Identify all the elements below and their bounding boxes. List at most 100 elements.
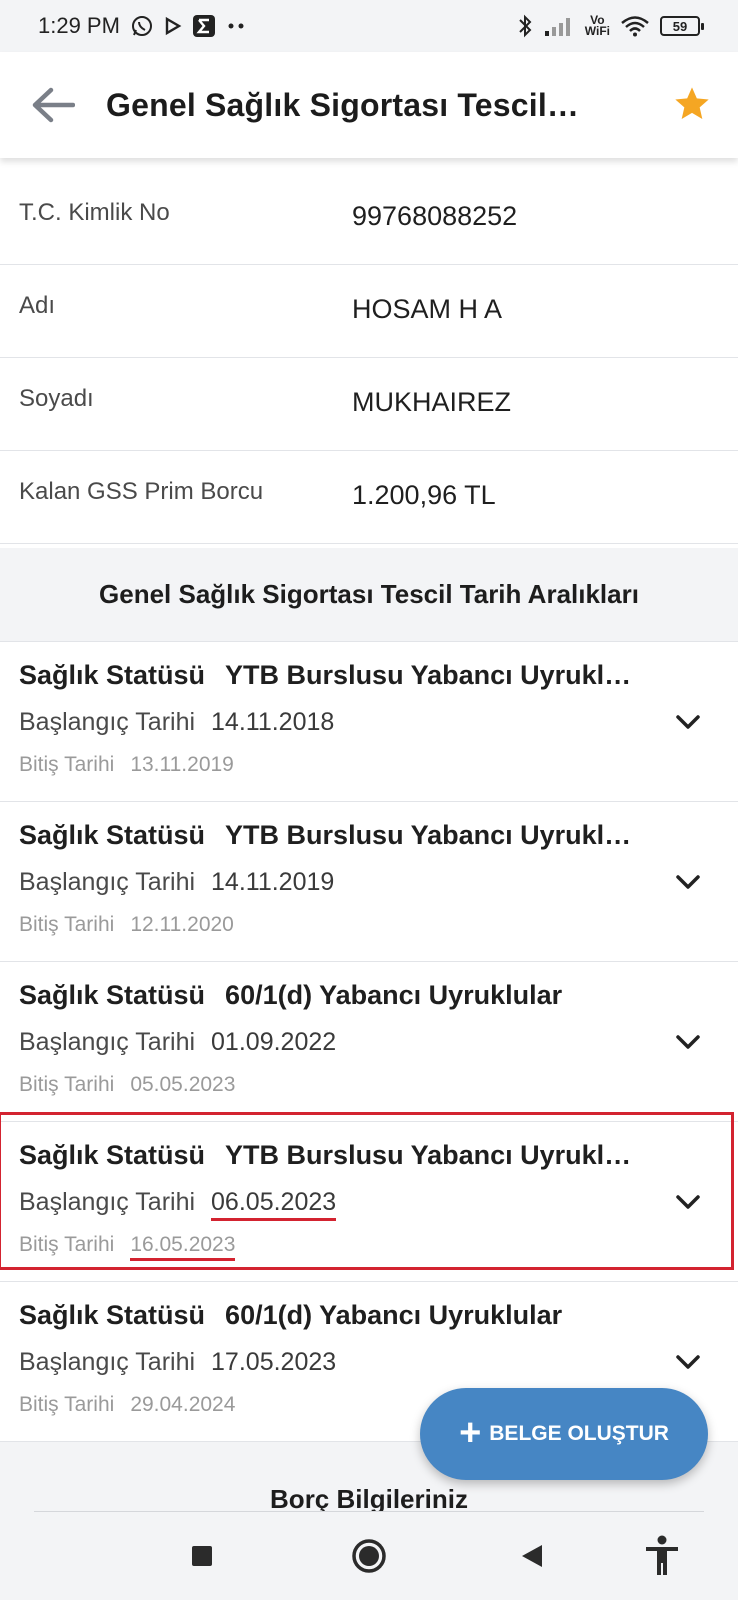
start-date: Başlangıç Tarihi 14.11.2019	[19, 868, 334, 897]
start-value: 01.09.2022	[211, 1028, 337, 1056]
start-date: Başlangıç Tarihi 17.05.2023	[19, 1348, 336, 1377]
registration-item[interactable]: Sağlık Statüsü YTB Burslusu Yabancı Uyruk…	[0, 1122, 738, 1282]
recents-button[interactable]	[180, 1534, 224, 1578]
end-value: 05.05.2023	[130, 1073, 236, 1096]
chevron-down-icon[interactable]	[670, 704, 706, 740]
plus-icon: +	[459, 1411, 482, 1454]
start-value: 06.05.2023	[211, 1188, 337, 1221]
sigma-app-icon	[192, 14, 216, 38]
start-date: Başlangıç Tarihi 14.11.2018	[19, 708, 334, 737]
info-row-name: Adı HOSAM H A	[0, 265, 738, 358]
status-time: 1:29 PM	[38, 13, 120, 38]
end-date: Bitiş Tarihi 05.05.2023	[19, 1073, 235, 1097]
battery-level: 59	[672, 18, 688, 34]
health-status: Sağlık Statüsü 60/1(d) Yabancı Uyruklular	[19, 1300, 649, 1331]
info-label: Adı	[19, 292, 56, 319]
play-store-icon	[164, 16, 182, 36]
status-value: YTB Burslusu Yabancı Uyrukl…	[225, 820, 632, 850]
start-date: Başlangıç Tarihi 01.09.2022	[19, 1028, 336, 1057]
info-value: HOSAM H A	[352, 293, 503, 324]
status-value: YTB Burslusu Yabancı Uyrukl…	[225, 660, 632, 690]
chevron-down-icon[interactable]	[670, 864, 706, 900]
info-row-debt: Kalan GSS Prim Borcu 1.200,96 TL	[0, 451, 738, 544]
favorite-button[interactable]	[670, 82, 714, 126]
accessibility-button[interactable]	[640, 1534, 684, 1578]
signal-icon	[543, 15, 575, 37]
end-label: Bitiş Tarihi	[19, 1073, 115, 1096]
back-button[interactable]	[0, 52, 106, 158]
star-icon	[675, 87, 709, 119]
info-label: Kalan GSS Prim Borcu	[19, 478, 264, 505]
health-status: Sağlık Statüsü YTB Burslusu Yabancı Uyruk…	[19, 820, 649, 851]
info-value: 99768088252	[352, 200, 518, 231]
start-label: Başlangıç Tarihi	[19, 1348, 196, 1376]
start-value: 17.05.2023	[211, 1348, 337, 1376]
end-date: Bitiş Tarihi 12.11.2020	[19, 913, 234, 937]
whatsapp-icon	[130, 14, 154, 38]
start-date: Başlangıç Tarihi 06.05.2023	[19, 1188, 337, 1221]
create-document-label: BELGE OLUŞTUR	[489, 1422, 669, 1445]
status-label: Sağlık Statüsü	[19, 1300, 206, 1330]
health-status: Sağlık Statüsü 60/1(d) Yabancı Uyruklular	[19, 980, 649, 1011]
status-bar: 1:29 PM Vo WiFi 59	[0, 0, 738, 52]
end-date: Bitiş Tarihi 29.04.2024	[19, 1393, 235, 1417]
status-value: 60/1(d) Yabancı Uyruklular	[225, 1300, 563, 1330]
end-label: Bitiş Tarihi	[19, 1393, 115, 1416]
accessibility-icon	[646, 1535, 678, 1575]
more-notifications-icon	[226, 22, 246, 30]
bluetooth-icon	[517, 13, 533, 39]
vowifi-bottom: WiFi	[584, 24, 610, 38]
end-label: Bitiş Tarihi	[19, 753, 115, 776]
arrow-left-icon	[32, 87, 75, 123]
start-value: 14.11.2019	[211, 868, 335, 896]
info-value: MUKHAIREZ	[352, 386, 512, 417]
triangle-back-icon	[522, 1545, 542, 1567]
debt-title: Borç Bilgileriniz	[270, 1483, 468, 1514]
info-label: Soyadı	[19, 385, 94, 412]
end-value: 16.05.2023	[130, 1233, 236, 1261]
page-title: Genel Sağlık Sigortası Tescil…	[106, 86, 580, 123]
status-label: Sağlık Statüsü	[19, 980, 206, 1010]
start-label: Başlangıç Tarihi	[19, 1188, 196, 1216]
status-value: YTB Burslusu Yabancı Uyrukl…	[225, 1140, 632, 1170]
registration-list: Sağlık Statüsü YTB Burslusu Yabancı Uyruk…	[0, 642, 738, 1442]
back-nav-button[interactable]	[510, 1534, 554, 1578]
section-title: Genel Sağlık Sigortası Tescil Tarih Aral…	[99, 579, 639, 609]
status-value: 60/1(d) Yabancı Uyruklular	[225, 980, 563, 1010]
system-nav-bar	[0, 1512, 738, 1600]
health-status: Sağlık Statüsü YTB Burslusu Yabancı Uyruk…	[19, 1140, 649, 1171]
home-button[interactable]	[347, 1534, 391, 1578]
chevron-down-icon[interactable]	[670, 1024, 706, 1060]
end-label: Bitiş Tarihi	[19, 1233, 115, 1256]
start-value: 14.11.2018	[211, 708, 335, 736]
end-value: 12.11.2020	[130, 913, 234, 936]
registration-item[interactable]: Sağlık Statüsü YTB Burslusu Yabancı Uyruk…	[0, 642, 738, 802]
chevron-down-icon[interactable]	[670, 1344, 706, 1380]
info-label: T.C. Kimlik No	[19, 199, 170, 226]
end-label: Bitiş Tarihi	[19, 913, 115, 936]
start-label: Başlangıç Tarihi	[19, 868, 196, 896]
section-header: Genel Sağlık Sigortası Tescil Tarih Aral…	[0, 548, 738, 642]
vowifi-indicator: Vo WiFi	[584, 14, 610, 38]
info-row-tc: T.C. Kimlik No 99768088252	[0, 172, 738, 265]
status-label: Sağlık Statüsü	[19, 820, 206, 850]
info-row-surname: Soyadı MUKHAIREZ	[0, 358, 738, 451]
chevron-down-icon[interactable]	[670, 1184, 706, 1220]
registration-item[interactable]: Sağlık Statüsü 60/1(d) Yabancı Uyruklular…	[0, 962, 738, 1122]
end-value: 13.11.2019	[130, 753, 234, 776]
square-icon	[192, 1546, 212, 1566]
status-right: Vo WiFi 59	[517, 13, 704, 39]
home-circle-icon	[352, 1539, 386, 1573]
battery-icon: 59	[660, 16, 704, 36]
create-document-button[interactable]: + BELGE OLUŞTUR	[420, 1388, 708, 1480]
end-date: Bitiş Tarihi 13.11.2019	[19, 753, 234, 777]
registration-item[interactable]: Sağlık Statüsü YTB Burslusu Yabancı Uyruk…	[0, 802, 738, 962]
start-label: Başlangıç Tarihi	[19, 1028, 196, 1056]
health-status: Sağlık Statüsü YTB Burslusu Yabancı Uyruk…	[19, 660, 649, 691]
end-value: 29.04.2024	[130, 1393, 236, 1416]
status-label: Sağlık Statüsü	[19, 660, 206, 690]
end-date: Bitiş Tarihi 16.05.2023	[19, 1233, 236, 1261]
status-left: 1:29 PM	[38, 13, 246, 39]
start-label: Başlangıç Tarihi	[19, 708, 196, 736]
app-bar: Genel Sağlık Sigortası Tescil…	[0, 52, 738, 158]
